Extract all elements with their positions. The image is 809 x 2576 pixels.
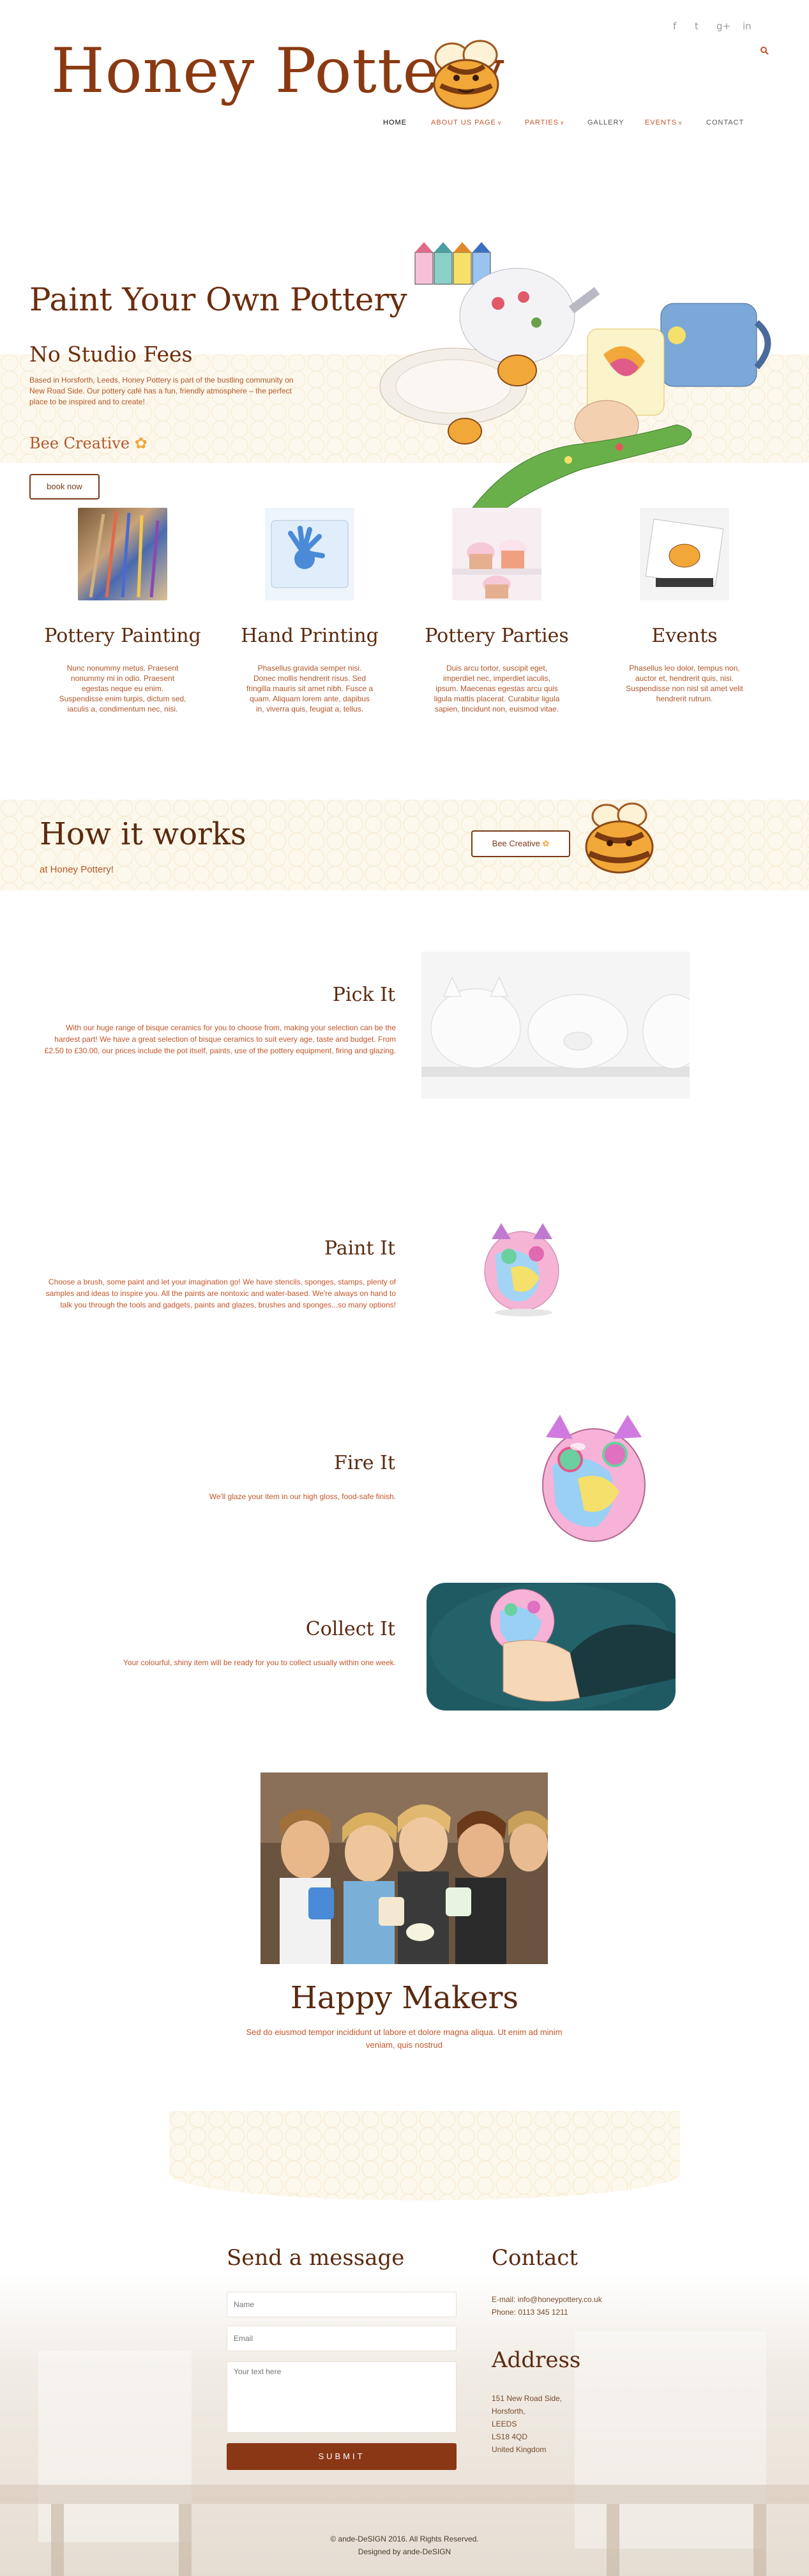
pottery-parties-image[interactable] xyxy=(452,508,541,600)
cupcakes-icon xyxy=(452,539,541,598)
hero-text: Based in Horsforth, Leeds, Honey Pottery… xyxy=(29,376,294,406)
paint-brushes-icon xyxy=(89,510,160,598)
chevron-down-icon: v xyxy=(497,119,502,126)
address-title: Address xyxy=(492,2347,581,2373)
email-field[interactable] xyxy=(227,2326,457,2351)
search-icon[interactable] xyxy=(760,46,769,55)
hand-printing-image[interactable] xyxy=(265,508,354,600)
pottery-painting-image[interactable] xyxy=(78,508,167,600)
nav-contact[interactable]: CONTACT xyxy=(706,119,744,126)
hero-title: Paint Your Own Pottery xyxy=(29,281,407,318)
how-it-works-title: How it works xyxy=(40,816,246,852)
contact-email[interactable]: E-mail: info@honeypottery.co.uk xyxy=(492,2293,602,2306)
name-field[interactable] xyxy=(227,2292,457,2317)
feature-title-pottery-parties[interactable]: Pottery Parties xyxy=(414,625,580,647)
event-card-icon xyxy=(645,519,724,587)
hand-print-icon xyxy=(271,520,349,588)
nav-gallery[interactable]: GALLERY xyxy=(587,119,624,126)
feature-title-events[interactable]: Events xyxy=(601,625,767,647)
message-textarea[interactable] xyxy=(227,2361,457,2433)
chevron-down-icon: v xyxy=(679,119,683,126)
feature-text-pottery-painting: Nunc nonummy metus. Praesent nonummy mi … xyxy=(59,664,186,713)
address-line: LS18 4QD xyxy=(492,2432,528,2441)
step-title-pick-it: Pick It xyxy=(332,984,395,1006)
nav-events[interactable]: EVENTS v xyxy=(645,119,683,126)
bee-icon: ✿ xyxy=(134,434,147,452)
feature-title-pottery-painting[interactable]: Pottery Painting xyxy=(40,625,206,647)
contact-title: Contact xyxy=(492,2245,578,2271)
feature-text-events: Phasellus leo dolor, tempus non, auctor … xyxy=(626,664,743,703)
step-text-fire-it: We'll glaze your item in our high gloss,… xyxy=(209,1492,396,1501)
step-text-pick-it: With our huge range of bisque ceramics f… xyxy=(44,1023,396,1055)
how-it-works-subtitle: at Honey Pottery! xyxy=(40,864,114,875)
happy-makers-photo xyxy=(261,1772,548,1964)
chevron-down-icon: v xyxy=(561,119,564,126)
beach-huts-illustration xyxy=(414,242,491,285)
happy-makers-title: Happy Makers xyxy=(290,1980,519,2016)
happy-makers-text: Sed do eiusmod tempor incididunt ut labo… xyxy=(246,2027,563,2050)
events-image[interactable] xyxy=(640,508,729,600)
facebook-icon[interactable]: f xyxy=(673,20,676,32)
google-plus-icon[interactable]: g+ xyxy=(716,20,730,32)
footer-copyright: © ande-DeSIGN 2016. All Rights Reserved. xyxy=(330,2534,479,2543)
glazed-owl-image xyxy=(542,1415,646,1542)
hero-creative-label: Bee Creative ✿ xyxy=(29,434,147,452)
bee-logo-icon xyxy=(433,40,499,110)
nav-parties[interactable]: PARTIES v xyxy=(525,119,564,126)
step-title-paint-it: Paint It xyxy=(324,1237,395,1260)
bisque-ceramics-image xyxy=(421,952,690,1099)
feature-text-pottery-parties: Duis arcu tortor, suscipit eget, imperdi… xyxy=(434,664,560,713)
feature-text-hand-printing: Phasellus gravida semper nisi. Donec mol… xyxy=(246,664,374,713)
send-message-title: Send a message xyxy=(227,2245,405,2271)
honeycomb-divider xyxy=(169,2111,680,2200)
nav-home[interactable]: HOME xyxy=(383,119,407,126)
nav-about[interactable]: ABOUT US PAGE v xyxy=(431,119,501,126)
address-line: 151 New Road Side, xyxy=(492,2394,563,2403)
collect-owl-image xyxy=(427,1583,676,1711)
twitter-icon[interactable]: t xyxy=(695,20,699,32)
contact-phone: Phone: 0113 345 1211 xyxy=(492,2308,568,2317)
footer-designed-by[interactable]: Designed by ande-DeSIGN xyxy=(0,2547,809,2556)
feature-title-hand-printing[interactable]: Hand Printing xyxy=(227,625,393,647)
bee-icon: ✿ xyxy=(542,839,550,848)
address-line: LEEDS xyxy=(492,2420,517,2428)
step-text-collect-it: Your colourful, shiny item will be ready… xyxy=(123,1658,396,1667)
address-line: Horsforth, xyxy=(492,2407,525,2416)
submit-button[interactable]: SUBMIT xyxy=(227,2443,457,2470)
painted-owl-image xyxy=(484,1223,559,1316)
hero-subtitle: No Studio Fees xyxy=(29,342,193,367)
step-title-collect-it: Collect It xyxy=(305,1618,395,1640)
bee-mascot-icon xyxy=(585,802,654,874)
hero-pottery-image xyxy=(379,242,771,515)
linkedin-icon[interactable]: in xyxy=(743,20,752,32)
bee-creative-button[interactable]: Bee Creative ✿ xyxy=(471,830,570,857)
book-now-button[interactable]: book now xyxy=(29,474,100,499)
step-text-paint-it: Choose a brush, some paint and let your … xyxy=(45,1277,396,1309)
site-header: Honey Pottery f t g+ in HOME ABOUT US PA… xyxy=(0,0,809,166)
step-title-fire-it: Fire It xyxy=(334,1452,395,1474)
address-line: United Kingdom xyxy=(492,2445,547,2454)
